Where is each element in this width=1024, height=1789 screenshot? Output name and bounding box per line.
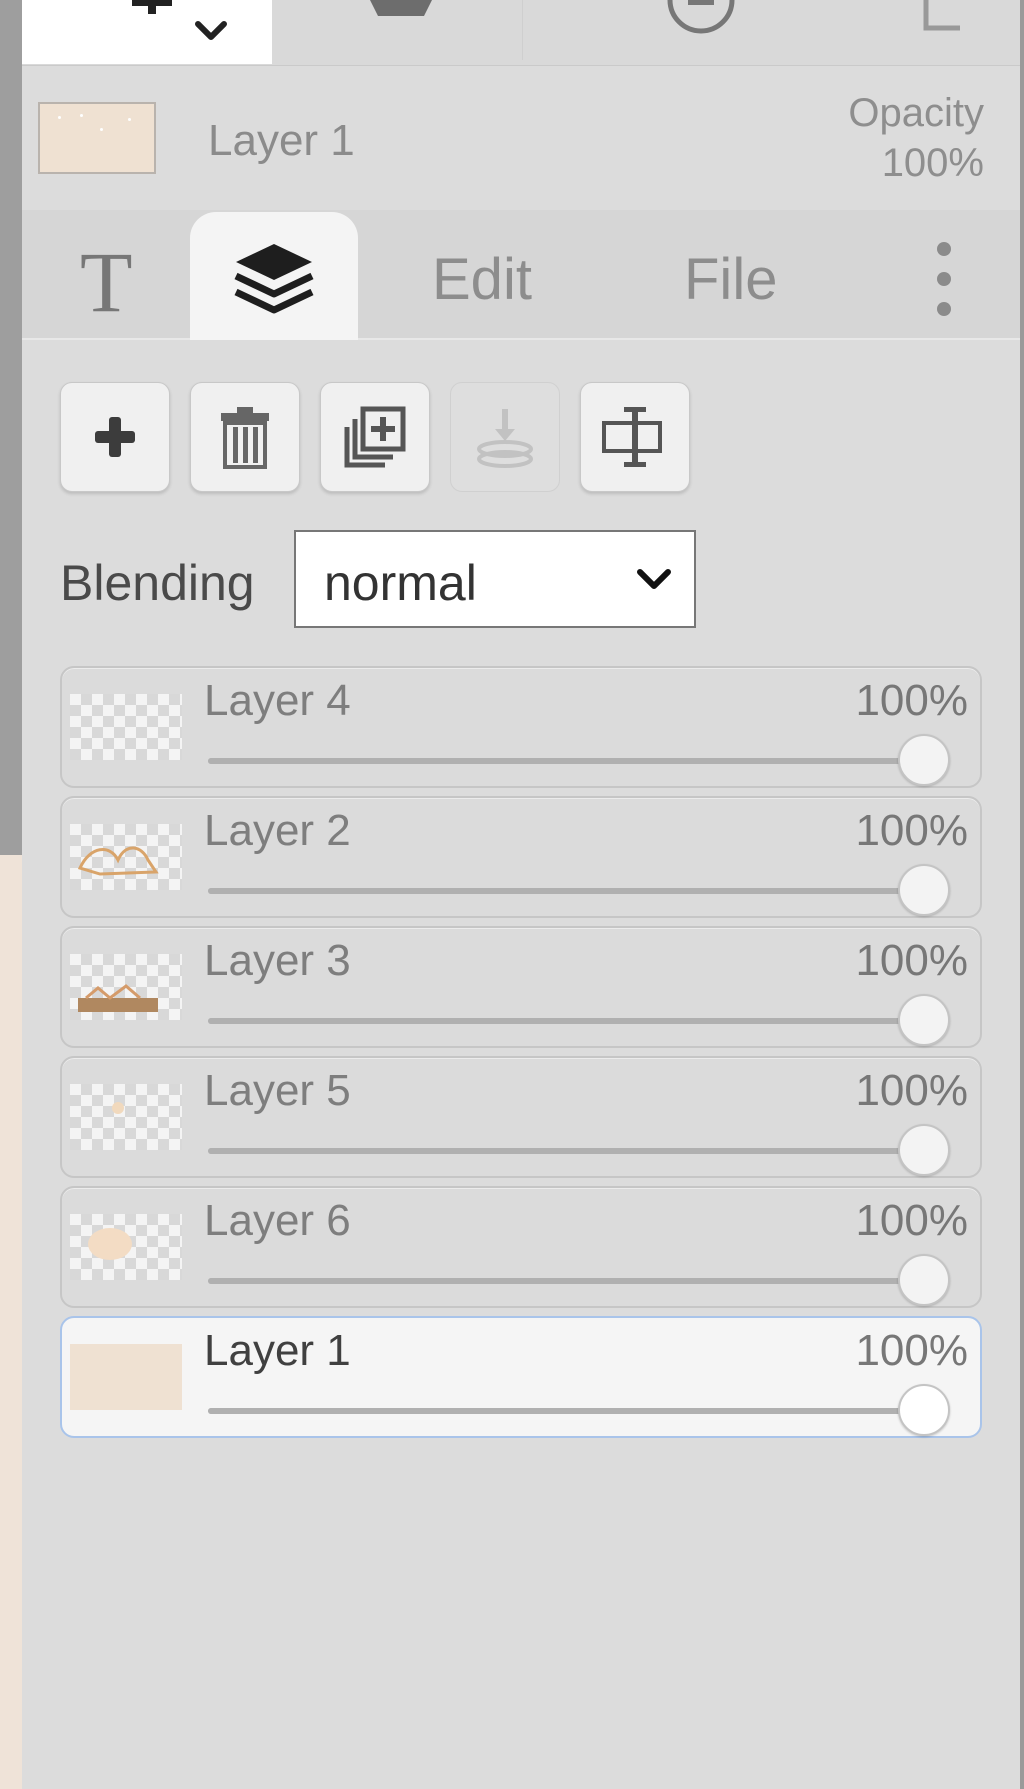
- plus-icon: [95, 417, 135, 457]
- canvas-preview-edge: [0, 855, 22, 1789]
- opacity-slider-handle[interactable]: [898, 864, 950, 916]
- layer-opacity-value: 100%: [855, 1326, 968, 1375]
- blending-select[interactable]: normal: [294, 530, 696, 628]
- opacity-slider-track[interactable]: [208, 1018, 928, 1024]
- current-layer-thumbnail: [38, 102, 156, 174]
- layer-row[interactable]: Layer 4 100%: [60, 666, 982, 788]
- layer-properties-button[interactable]: [580, 382, 690, 492]
- base-mark: [78, 984, 158, 1012]
- layer-thumbnail: [70, 1214, 182, 1280]
- merge-down-button[interactable]: [450, 382, 560, 492]
- layer-row[interactable]: Layer 5 100%: [60, 1056, 982, 1178]
- layer-opacity-value: 100%: [855, 936, 968, 985]
- crop-tool-icon: [923, 0, 960, 31]
- layer-name[interactable]: Layer 1: [204, 1326, 351, 1376]
- opacity-slider-track[interactable]: [208, 888, 928, 894]
- duplicate-layer-button[interactable]: [320, 382, 430, 492]
- tab-text[interactable]: T: [80, 232, 133, 332]
- layers-icon: [234, 244, 314, 314]
- opacity-slider-track[interactable]: [208, 1278, 928, 1284]
- opacity-slider-track[interactable]: [208, 1408, 928, 1414]
- opacity-slider-track[interactable]: [208, 758, 928, 764]
- bucket-tool-icon: [370, 0, 432, 16]
- layer-name[interactable]: Layer 3: [204, 936, 351, 986]
- blending-value: normal: [324, 555, 477, 611]
- opacity-slider-handle[interactable]: [898, 734, 950, 786]
- text-tool-button[interactable]: [22, 0, 272, 64]
- opacity-slider-fill: [208, 1408, 928, 1414]
- opacity-slider-fill: [208, 888, 928, 894]
- more-vertical-icon[interactable]: [932, 242, 956, 316]
- layer-thumbnail: [70, 1344, 182, 1410]
- duplicate-icon: [344, 406, 406, 468]
- tab-edit[interactable]: Edit: [432, 246, 532, 313]
- faint-mark: [112, 1102, 124, 1114]
- blending-label: Blending: [60, 555, 255, 611]
- text-tool-icon: [132, 0, 172, 14]
- opacity-slider-fill: [208, 1018, 928, 1024]
- opacity-slider-fill: [208, 1278, 928, 1284]
- layer-row[interactable]: Layer 2 100%: [60, 796, 982, 918]
- current-layer-opacity: Opacity 100%: [848, 88, 984, 188]
- layer-thumbnail: [70, 824, 182, 890]
- trash-icon: [221, 407, 269, 469]
- opacity-slider-handle[interactable]: [898, 1124, 950, 1176]
- sketch-mark: [77, 846, 159, 876]
- minus-circle-tool-button[interactable]: [642, 0, 762, 64]
- layer-name[interactable]: Layer 2: [204, 806, 351, 856]
- chevron-down-icon[interactable]: [194, 20, 228, 42]
- layer-opacity-value: 100%: [855, 1196, 968, 1245]
- panel-right-edge: [1020, 0, 1024, 1789]
- layer-opacity-value: 100%: [855, 676, 968, 725]
- opacity-slider-fill: [208, 1148, 928, 1154]
- delete-layer-button[interactable]: [190, 382, 300, 492]
- toolbar-divider: [522, 0, 523, 60]
- bucket-tool-button[interactable]: [322, 0, 482, 64]
- opacity-slider-fill: [208, 758, 928, 764]
- layer-opacity-value: 100%: [855, 806, 968, 855]
- text-cursor-box-icon: [602, 407, 662, 467]
- layer-thumbnail: [70, 954, 182, 1020]
- crop-tool-button[interactable]: [902, 0, 992, 64]
- layers-panel: Layer 1 Opacity 100% T Edit File Blendin…: [22, 0, 1024, 1789]
- canvas-area-edge: [0, 0, 22, 855]
- layer-thumbnail: [70, 694, 182, 760]
- layer-opacity-value: 100%: [855, 1066, 968, 1115]
- merge-down-icon: [477, 409, 533, 468]
- layer-row[interactable]: Layer 1 100%: [60, 1316, 982, 1438]
- opacity-slider-handle[interactable]: [898, 1384, 950, 1436]
- opacity-slider-track[interactable]: [208, 1148, 928, 1154]
- layer-name[interactable]: Layer 6: [204, 1196, 351, 1246]
- chevron-down-icon: [637, 569, 671, 589]
- opacity-slider-handle[interactable]: [898, 1254, 950, 1306]
- current-layer-name: Layer 1: [208, 116, 355, 165]
- opacity-label: Opacity: [848, 91, 984, 135]
- layer-name[interactable]: Layer 4: [204, 676, 351, 726]
- tab-file[interactable]: File: [684, 246, 777, 313]
- opacity-slider-handle[interactable]: [898, 994, 950, 1046]
- minus-circle-tool-icon: [667, 0, 735, 34]
- layer-row[interactable]: Layer 6 100%: [60, 1186, 982, 1308]
- layer-name[interactable]: Layer 5: [204, 1066, 351, 1116]
- layer-row[interactable]: Layer 3 100%: [60, 926, 982, 1048]
- opacity-value: 100%: [881, 141, 984, 185]
- layer-thumbnail: [70, 1084, 182, 1150]
- add-layer-button[interactable]: [60, 382, 170, 492]
- panel-tabs: T Edit File: [22, 210, 1020, 340]
- blob-mark: [88, 1228, 132, 1260]
- tool-toolbar: [22, 0, 1020, 66]
